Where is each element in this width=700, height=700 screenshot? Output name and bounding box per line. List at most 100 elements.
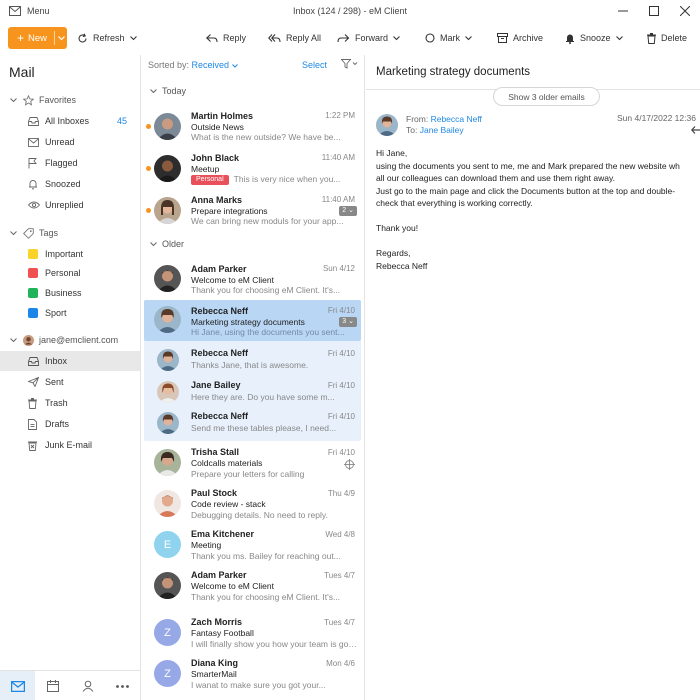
thread-count-badge[interactable]: 3 ⌄: [339, 317, 357, 327]
menu-button[interactable]: Menu: [0, 6, 50, 16]
sidebar-item-junk[interactable]: Junk E-mail: [0, 435, 140, 455]
inbox-icon: [28, 116, 39, 126]
minimize-button[interactable]: [607, 0, 638, 22]
message-date: Fri 4/10: [327, 412, 355, 421]
chevron-down-icon: [150, 88, 157, 93]
delete-button[interactable]: Delete: [647, 31, 687, 45]
sidebar-item-unread[interactable]: Unread: [0, 132, 140, 152]
nav-calendar-button[interactable]: [35, 671, 70, 700]
unread-dot: [146, 124, 151, 129]
title-bar: Menu Inbox (124 / 298) - eM Client: [0, 0, 700, 22]
refresh-button[interactable]: Refresh: [77, 31, 137, 45]
thread-item[interactable]: Jane Bailey Fri 4/10 Here they are. Do y…: [141, 377, 364, 408]
sidebar-item-flagged[interactable]: Flagged: [0, 153, 140, 173]
sidebar-tag-important[interactable]: Important: [0, 244, 140, 264]
thread-count-badge[interactable]: 2 ⌄: [339, 206, 357, 216]
sidebar-item-unreplied[interactable]: Unreplied: [0, 195, 140, 215]
reply-all-button[interactable]: Reply All: [268, 31, 321, 45]
avatar: [154, 197, 181, 224]
sidebar-item-inbox[interactable]: Inbox: [0, 351, 140, 371]
close-button[interactable]: [669, 0, 700, 22]
message-preview: What is the new outside? We have be...: [191, 132, 341, 142]
account-group[interactable]: jane@emclient.com: [0, 330, 140, 350]
reply-button[interactable]: Reply: [206, 31, 246, 45]
email-body: Hi Jane, using the documents you sent to…: [376, 147, 700, 272]
sidebar-item-label: Drafts: [45, 419, 70, 429]
message-preview: I will finally show you how your team is…: [191, 639, 357, 649]
list-item[interactable]: Adam Parker Tues 4/7 Welcome to eM Clien…: [141, 566, 364, 607]
archive-button[interactable]: Archive: [497, 31, 543, 45]
list-item[interactable]: Adam Parker Sun 4/12 Welcome to eM Clien…: [141, 258, 364, 300]
list-item[interactable]: Z Zach Morris Tues 4/7 Fantasy Football …: [141, 613, 364, 654]
snooze-button[interactable]: Snooze: [565, 31, 623, 45]
thread-item[interactable]: Rebecca Neff Fri 4/10 Thanks Jane, that …: [141, 345, 364, 376]
chevron-down-icon: [231, 63, 238, 68]
sender-link[interactable]: Rebecca Neff: [431, 114, 482, 124]
group-header-today[interactable]: Today: [141, 82, 364, 100]
tags-group[interactable]: Tags: [0, 223, 140, 243]
sidebar-heading: Mail: [9, 64, 35, 80]
favorites-group[interactable]: Favorites: [0, 90, 140, 110]
new-dropdown-button[interactable]: [54, 31, 67, 45]
thread-item[interactable]: Rebecca Neff Fri 4/10 Send me these tabl…: [141, 408, 364, 439]
sender-avatar: [376, 114, 398, 136]
sidebar-item-snoozed[interactable]: Snoozed: [0, 174, 140, 194]
list-item[interactable]: Anna Marks 11:40 AM Prepare integrations…: [141, 189, 364, 231]
list-item[interactable]: Martin Holmes 1:22 PM Outside News What …: [141, 105, 364, 147]
avatar: [154, 155, 181, 182]
maximize-button[interactable]: [638, 0, 669, 22]
nav-mail-button[interactable]: [0, 671, 35, 700]
sidebar-item-label: Trash: [45, 398, 68, 408]
sender-name: Rebecca Neff: [191, 306, 249, 316]
new-button[interactable]: + New: [8, 27, 67, 49]
sender-name: Adam Parker: [191, 264, 247, 274]
message-preview: Thank you for choosing eM Client. It's..…: [191, 592, 341, 602]
message-subject: Welcome to eM Client: [191, 581, 274, 591]
body-line: Regards,: [376, 248, 411, 258]
mark-button[interactable]: Mark: [425, 31, 472, 45]
sidebar-item-sent[interactable]: Sent: [0, 372, 140, 392]
list-item[interactable]: E Ema Kitchener Wed 4/8 Meeting Thank yo…: [141, 525, 364, 566]
more-icon: [116, 684, 129, 688]
sidebar-tag-business[interactable]: Business: [0, 283, 140, 303]
group-header-older[interactable]: Older: [141, 235, 364, 253]
list-item[interactable]: Trisha Stall Fri 4/10 Coldcalls material…: [141, 443, 364, 484]
person-icon: [82, 680, 93, 692]
unread-dot: [146, 208, 151, 213]
sidebar-item-label: Unreplied: [45, 200, 84, 210]
snooze-icon: [29, 179, 37, 190]
recipient-link[interactable]: Jane Bailey: [420, 125, 464, 135]
sidebar-item-drafts[interactable]: Drafts: [0, 414, 140, 434]
message-preview: Prepare your letters for calling: [191, 469, 305, 479]
reply-arrow-icon[interactable]: [691, 126, 700, 134]
avatar: [154, 306, 181, 333]
sidebar-item-trash[interactable]: Trash: [0, 393, 140, 413]
reply-all-label: Reply All: [286, 33, 322, 43]
forward-button[interactable]: Forward: [337, 31, 400, 45]
sidebar-item-all-inboxes[interactable]: All Inboxes 45: [0, 111, 140, 131]
message-date: Tues 4/7: [324, 618, 355, 627]
tag-icon: [23, 227, 34, 239]
list-item[interactable]: Z Diana King Mon 4/6 SmarterMail I wanat…: [141, 654, 364, 695]
select-button[interactable]: Select: [302, 60, 327, 70]
sidebar-tag-sport[interactable]: Sport: [0, 303, 140, 323]
show-older-emails-button[interactable]: Show 3 older emails: [493, 87, 600, 106]
list-item[interactable]: John Black 11:40 AM Meetup Personal This …: [141, 147, 364, 189]
nav-contacts-button[interactable]: [70, 671, 105, 700]
body-line: check that everything is working correct…: [376, 198, 533, 208]
drafts-icon: [28, 418, 37, 430]
filter-button[interactable]: [341, 59, 359, 69]
email-subject: Marketing strategy documents: [376, 66, 531, 78]
sort-control[interactable]: Sorted by: Received: [148, 60, 238, 70]
nav-more-button[interactable]: [105, 671, 140, 700]
sidebar-tag-personal[interactable]: Personal: [0, 263, 140, 283]
tag-color-swatch: [28, 308, 38, 318]
window-title: Inbox (124 / 298) - eM Client: [292, 6, 408, 16]
sender-name: Ema Kitchener: [191, 529, 255, 539]
list-item[interactable]: Paul Stock Thu 4/9 Code review - stack D…: [141, 484, 364, 525]
list-item-selected[interactable]: Rebecca Neff Fri 4/10 Marketing strategy…: [141, 300, 364, 341]
sidebar-item-label: Flagged: [45, 158, 78, 168]
delete-label: Delete: [661, 33, 688, 43]
message-date: 11:40 AM: [321, 195, 355, 204]
message-subject: Meetup: [191, 164, 220, 174]
